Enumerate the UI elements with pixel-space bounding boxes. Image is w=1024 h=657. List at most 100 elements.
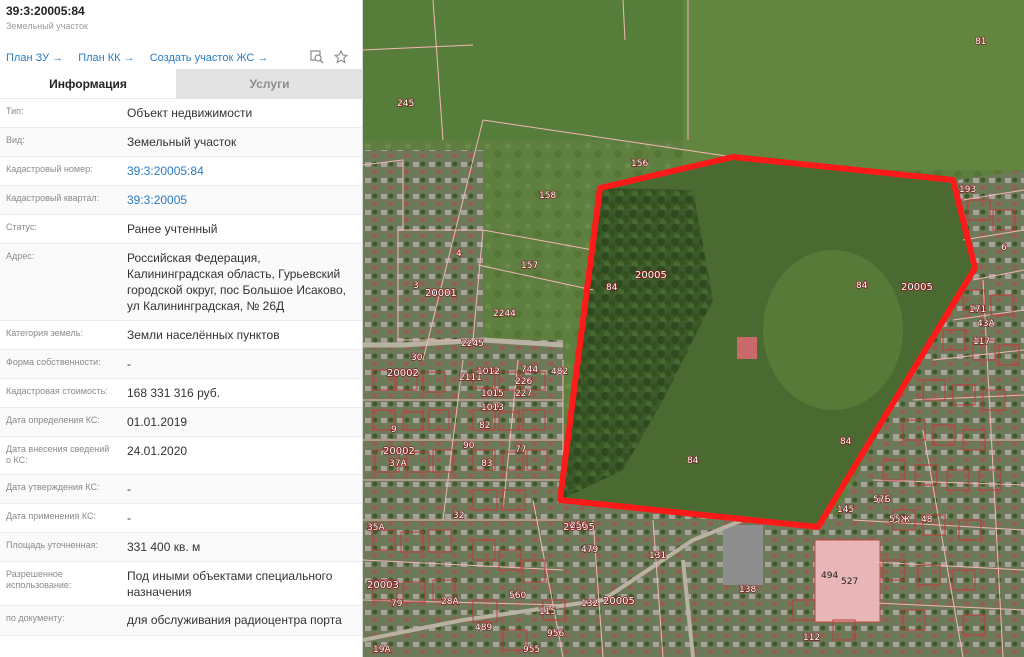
row-type: Тип: Объект недвижимости (0, 99, 362, 128)
parcel-label: 81 (975, 37, 986, 47)
cadastral-quarter-link[interactable]: 39:3:20005 (121, 186, 362, 214)
row-key: Разрешенное использование: (6, 569, 72, 590)
parcel-label: 2245 (461, 339, 484, 349)
row-key: Статус: (6, 222, 37, 232)
parcel-label: 158 (539, 191, 556, 201)
tab-bar: Информация Услуги (0, 69, 362, 99)
parcel-label: 79 (391, 599, 403, 609)
parcel-label: 84 (840, 437, 852, 447)
tab-information[interactable]: Информация (0, 69, 176, 99)
parcel-label: 955 (523, 645, 540, 655)
parcel-label: 1012 (477, 367, 500, 377)
parcel-label: 131 (649, 551, 666, 561)
parcel-label: 494 (821, 571, 838, 581)
parcel-label: 193 (959, 185, 976, 195)
parcel-label: 20003 (367, 580, 399, 591)
parcel-label: 2244 (493, 309, 516, 319)
parcel-label: 489 (475, 623, 492, 633)
parcel-label: 20001 (425, 288, 457, 299)
parcel-label: 20005 (635, 270, 667, 281)
property-table: Тип: Объект недвижимости Вид: Земельный уч… (0, 99, 362, 636)
parcel-label: 83 (481, 459, 492, 469)
parcel-label: 156 (631, 159, 648, 169)
row-key: Кадастровая стоимость: (6, 386, 108, 396)
parcel-label: 37А (389, 459, 407, 469)
parcel-label: 30 (411, 353, 423, 363)
row-cadastral-quarter: Кадастровый квартал: 39:3:20005 (0, 186, 362, 215)
map-canvas[interactable]: 81 245 156 158 193 20005 84 20005 84 84 … (363, 0, 1024, 657)
row-value: Российская Федерация, Калининградская об… (127, 251, 346, 313)
parcel-label: 744 (521, 365, 538, 375)
row-value: Под иными объектами специального назначе… (127, 569, 333, 599)
parcel-label: 1015 (481, 389, 504, 399)
row-entry-date: Дата внесения сведений о КС: 24.01.2020 (0, 437, 362, 475)
star-icon[interactable] (333, 49, 349, 64)
parcel-label: 245 (397, 99, 414, 109)
parcel-label: 6 (1001, 243, 1007, 253)
row-key: Вид: (6, 135, 25, 145)
row-value: для обслуживания радиоцентра порта (127, 613, 342, 627)
parcel-label: 157 (521, 261, 538, 271)
cadastral-map[interactable]: 81 245 156 158 193 20005 84 20005 84 84 … (363, 0, 1024, 657)
object-type-subtitle: Земельный участок (6, 21, 88, 31)
row-key: Площадь уточненная: (6, 540, 98, 550)
row-area: Площадь уточненная: 331 400 кв. м (0, 533, 362, 562)
tab-services[interactable]: Услуги (176, 69, 362, 99)
plan-kk-link[interactable]: План КК → (78, 52, 134, 64)
row-key: Дата применения КС: (6, 511, 97, 521)
row-cadastral-value: Кадастровая стоимость: 168 331 316 руб. (0, 379, 362, 408)
parcel-label: 227 (515, 389, 532, 399)
parcel-label: 82 (479, 421, 490, 431)
row-land-category: Категория земель: Земли населённых пункто… (0, 321, 362, 350)
row-value: Земли населённых пунктов (127, 328, 280, 342)
parcel-label: 117 (973, 337, 990, 347)
create-parcel-link[interactable]: Создать участок ЖС → (150, 52, 269, 64)
row-permitted-use: Разрешенное использование: Под иными объе… (0, 562, 362, 606)
parcel-label: 55Ж (889, 515, 910, 525)
parcel-label: 57Б (873, 495, 891, 505)
search-map-icon[interactable] (310, 50, 324, 64)
row-kind: Вид: Земельный участок (0, 128, 362, 157)
parcel-label: 482 (551, 367, 568, 377)
row-key: Адрес: (6, 251, 35, 261)
parcel-label: 3 (413, 281, 419, 291)
parcel-label: 527 (841, 577, 858, 587)
parcel-label: 479 (581, 545, 598, 555)
parcel-label: 35А (367, 523, 385, 533)
row-key: Категория земель: (6, 328, 83, 338)
parcel-label: 20005 (901, 282, 933, 293)
row-value: 01.01.2019 (127, 415, 188, 429)
row-value: 24.01.2020 (127, 444, 188, 458)
row-key: Кадастровый номер: (6, 164, 93, 174)
cadastral-number-link[interactable]: 39:3:20005:84 (121, 157, 362, 185)
parcel-label: 20005 (603, 596, 635, 607)
plan-zu-link[interactable]: План ЗУ → (6, 52, 63, 64)
parcel-label: 956 (547, 629, 564, 639)
meadow (363, 0, 683, 140)
meadow (683, 0, 1024, 170)
row-status: Статус: Ранее учтенный (0, 215, 362, 244)
clearing (763, 250, 903, 410)
parcel-label: 32 (453, 511, 464, 521)
row-value: - (127, 482, 131, 496)
parcel-label: 226 (515, 377, 532, 387)
row-key: Дата определения КС: (6, 415, 100, 425)
parcel-label: 19А (373, 645, 391, 655)
parcel-label: 138 (739, 585, 756, 595)
parcel-label: 90 (463, 441, 475, 451)
row-value: - (127, 511, 131, 525)
town-area (363, 150, 483, 370)
parcel-label: 28А (441, 597, 459, 607)
row-value: Объект недвижимости (127, 106, 253, 120)
row-value: Земельный участок (127, 135, 237, 149)
parcel-label: 20002 (387, 368, 419, 379)
parcel-label: 77 (515, 445, 526, 455)
parcel-label: 20002 (383, 446, 415, 457)
parcel-label: 84 (856, 281, 868, 291)
parcel-label: 84 (606, 283, 618, 293)
row-value: 168 331 316 руб. (127, 386, 220, 400)
parcel-label: 145 (837, 505, 854, 515)
row-key: Дата внесения сведений о КС: (6, 444, 110, 465)
parcel-label: 1013 (481, 403, 504, 413)
row-key: Тип: (6, 106, 24, 116)
